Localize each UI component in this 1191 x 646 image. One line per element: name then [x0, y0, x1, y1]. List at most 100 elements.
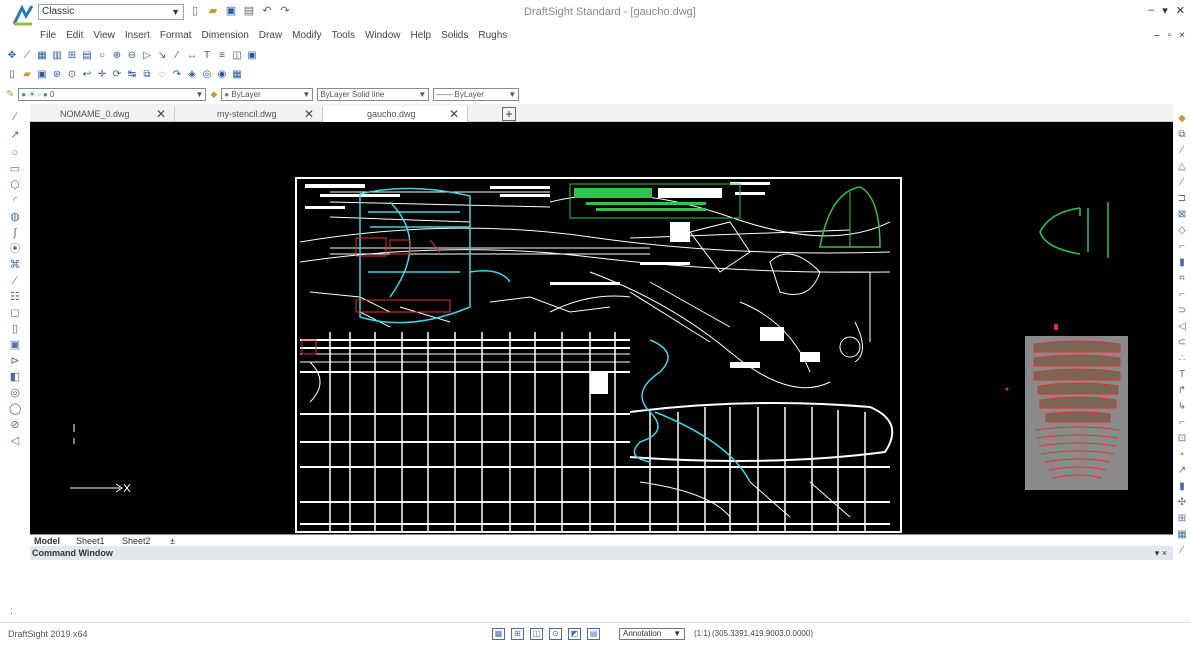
color-dropdown[interactable]: ● ByLayer ▼	[221, 87, 314, 101]
redo-icon[interactable]: ↷	[171, 69, 183, 81]
save-icon[interactable]: ▣	[224, 4, 238, 18]
menu-insert[interactable]: Insert	[125, 28, 150, 44]
command-window-history[interactable]	[30, 560, 1173, 618]
break-icon[interactable]: ⌐	[1176, 288, 1188, 302]
menu-file[interactable]: File	[40, 28, 56, 44]
image-icon[interactable]: ▣	[9, 338, 21, 352]
menu-solids[interactable]: Solids	[441, 28, 468, 44]
doc-close-icon[interactable]: ×	[1179, 30, 1185, 41]
tab-gaucho[interactable]: gaucho.dwg ✕	[323, 106, 468, 122]
cursor-icon[interactable]: ▷	[141, 50, 153, 62]
zoom-out-icon[interactable]: ⊖	[126, 50, 138, 62]
3d-view-icon[interactable]: ◎	[201, 69, 213, 81]
leader-icon[interactable]: ↱	[1176, 384, 1188, 398]
etrack-toggle-icon[interactable]: ▤	[587, 628, 600, 640]
text-icon[interactable]: T	[1176, 368, 1188, 382]
dimension-icon[interactable]: ↳	[1176, 400, 1188, 414]
line-icon[interactable]: ⁄	[171, 50, 183, 62]
workspace-dropdown[interactable]: Classic ▼	[38, 4, 184, 20]
table-icon[interactable]: ☷	[9, 290, 21, 304]
pin-icon[interactable]: ▾	[1162, 4, 1168, 17]
layer-manager-icon[interactable]: ✎	[6, 89, 14, 100]
close-icon[interactable]: ✕	[304, 106, 314, 122]
ring-icon[interactable]: ◯	[9, 402, 21, 416]
new-file-icon[interactable]: ▯	[188, 4, 202, 18]
ellipse-icon[interactable]: ◍	[9, 210, 21, 224]
undo-icon[interactable]: ↶	[260, 4, 274, 18]
hatch-icon[interactable]: ⁄	[9, 274, 21, 288]
esnap-toggle-icon[interactable]: ◩	[568, 628, 581, 640]
menu-dimension[interactable]: Dimension	[202, 28, 249, 44]
grid-toggle-icon[interactable]: ⊞	[511, 628, 524, 640]
menu-modify[interactable]: Modify	[292, 28, 321, 44]
close-icon[interactable]: ✕	[1176, 4, 1185, 17]
polygon-icon[interactable]: ⬡	[9, 178, 21, 192]
point-icon[interactable]: ⦿	[9, 242, 21, 256]
copy-icon[interactable]: ⧉	[1176, 128, 1188, 142]
scale-icon[interactable]: ◇	[1176, 224, 1188, 238]
grid-icon[interactable]: ⊞	[1176, 512, 1188, 526]
orbit-icon[interactable]: ◌	[156, 69, 168, 81]
lineweight-dropdown[interactable]: —— ByLayer ▼	[433, 87, 520, 101]
print-icon[interactable]: ▤	[242, 4, 256, 18]
polar-toggle-icon[interactable]: ⊙	[549, 628, 562, 640]
measure-icon[interactable]: ↘	[156, 50, 168, 62]
table-icon[interactable]: ▥	[51, 50, 63, 62]
snap-toggle-icon[interactable]: ▦	[492, 628, 505, 640]
move-icon[interactable]: ⊐	[1176, 192, 1188, 206]
array-icon[interactable]: ⁄	[1176, 176, 1188, 190]
spline-icon[interactable]: ∫	[9, 226, 21, 240]
revision-cloud-icon[interactable]: ◧	[9, 370, 21, 384]
close-icon[interactable]: ×	[1162, 548, 1167, 558]
center-mark-icon[interactable]: ⊡	[1176, 432, 1188, 446]
move-icon[interactable]: ↹	[126, 69, 138, 81]
zoom-previous-icon[interactable]: ↩	[81, 69, 93, 81]
polyline-icon[interactable]: ◁	[9, 434, 21, 448]
menu-edit[interactable]: Edit	[66, 28, 83, 44]
named-views-icon[interactable]: ▦	[231, 69, 243, 81]
infinite-line-icon[interactable]: ↗	[9, 128, 21, 142]
text-icon[interactable]: T	[201, 50, 213, 62]
wipeout-icon[interactable]: ⊳	[9, 354, 21, 368]
linetype-dropdown[interactable]: ByLayer Solid line ▼	[317, 87, 430, 101]
rotate-icon[interactable]: ⊠	[1176, 208, 1188, 222]
tab-my-stencil[interactable]: my-stencil.dwg ✕	[175, 106, 323, 122]
menu-view[interactable]: View	[93, 28, 115, 44]
layer-icon[interactable]: ◫	[231, 50, 243, 62]
boundary-icon[interactable]: ▯	[9, 322, 21, 336]
copy-icon[interactable]: ⧉	[141, 69, 153, 81]
helix-icon[interactable]: ⊘	[9, 418, 21, 432]
layer-dropdown[interactable]: ● ☀ ▫ ● 0 ▼	[18, 87, 207, 101]
circle-icon[interactable]: ○	[96, 50, 108, 62]
rotate-icon[interactable]: ⟳	[111, 69, 123, 81]
snap-icon[interactable]: ✣	[1176, 496, 1188, 510]
pan-icon[interactable]: ✥	[6, 50, 18, 62]
drawing-canvas[interactable]	[30, 122, 1173, 534]
new-icon[interactable]: ▯	[6, 69, 18, 81]
toolbox-icon[interactable]: ⁄	[1176, 544, 1188, 558]
menu-window[interactable]: Window	[365, 28, 401, 44]
join-icon[interactable]: ⊃	[1176, 304, 1188, 318]
erase-icon[interactable]: ◆	[1176, 112, 1188, 126]
redo-icon[interactable]: ↷	[278, 4, 292, 18]
menu-tools[interactable]: Tools	[332, 28, 355, 44]
extend-icon[interactable]: ⌗	[1176, 272, 1188, 286]
hatch-icon[interactable]: ▤	[81, 50, 93, 62]
doc-minimize-icon[interactable]: –	[1154, 30, 1160, 41]
pin-icon[interactable]: ▾	[1155, 548, 1160, 558]
minimize-icon[interactable]: –	[1148, 4, 1154, 17]
tolerance-icon[interactable]: ⌐	[1176, 416, 1188, 430]
zoom-realtime-icon[interactable]: ⊙	[66, 69, 78, 81]
properties-icon[interactable]: ▮	[1176, 480, 1188, 494]
inquiry-icon[interactable]: ▪	[1176, 448, 1188, 462]
menu-rughs[interactable]: Rughs	[478, 28, 507, 44]
region-icon[interactable]: ◻	[9, 306, 21, 320]
line-icon[interactable]: ⁄	[9, 110, 21, 124]
menu-draw[interactable]: Draw	[259, 28, 282, 44]
pan-realtime-icon[interactable]: ✛	[96, 69, 108, 81]
zoom-window-icon[interactable]: ⊛	[51, 69, 63, 81]
open-icon[interactable]: ▰	[21, 69, 33, 81]
tab-nomame[interactable]: NOMAME_0.dwg ✕	[30, 106, 175, 122]
explode-icon[interactable]: ∴	[1176, 352, 1188, 366]
match-properties-icon[interactable]: ⟋	[21, 50, 33, 62]
